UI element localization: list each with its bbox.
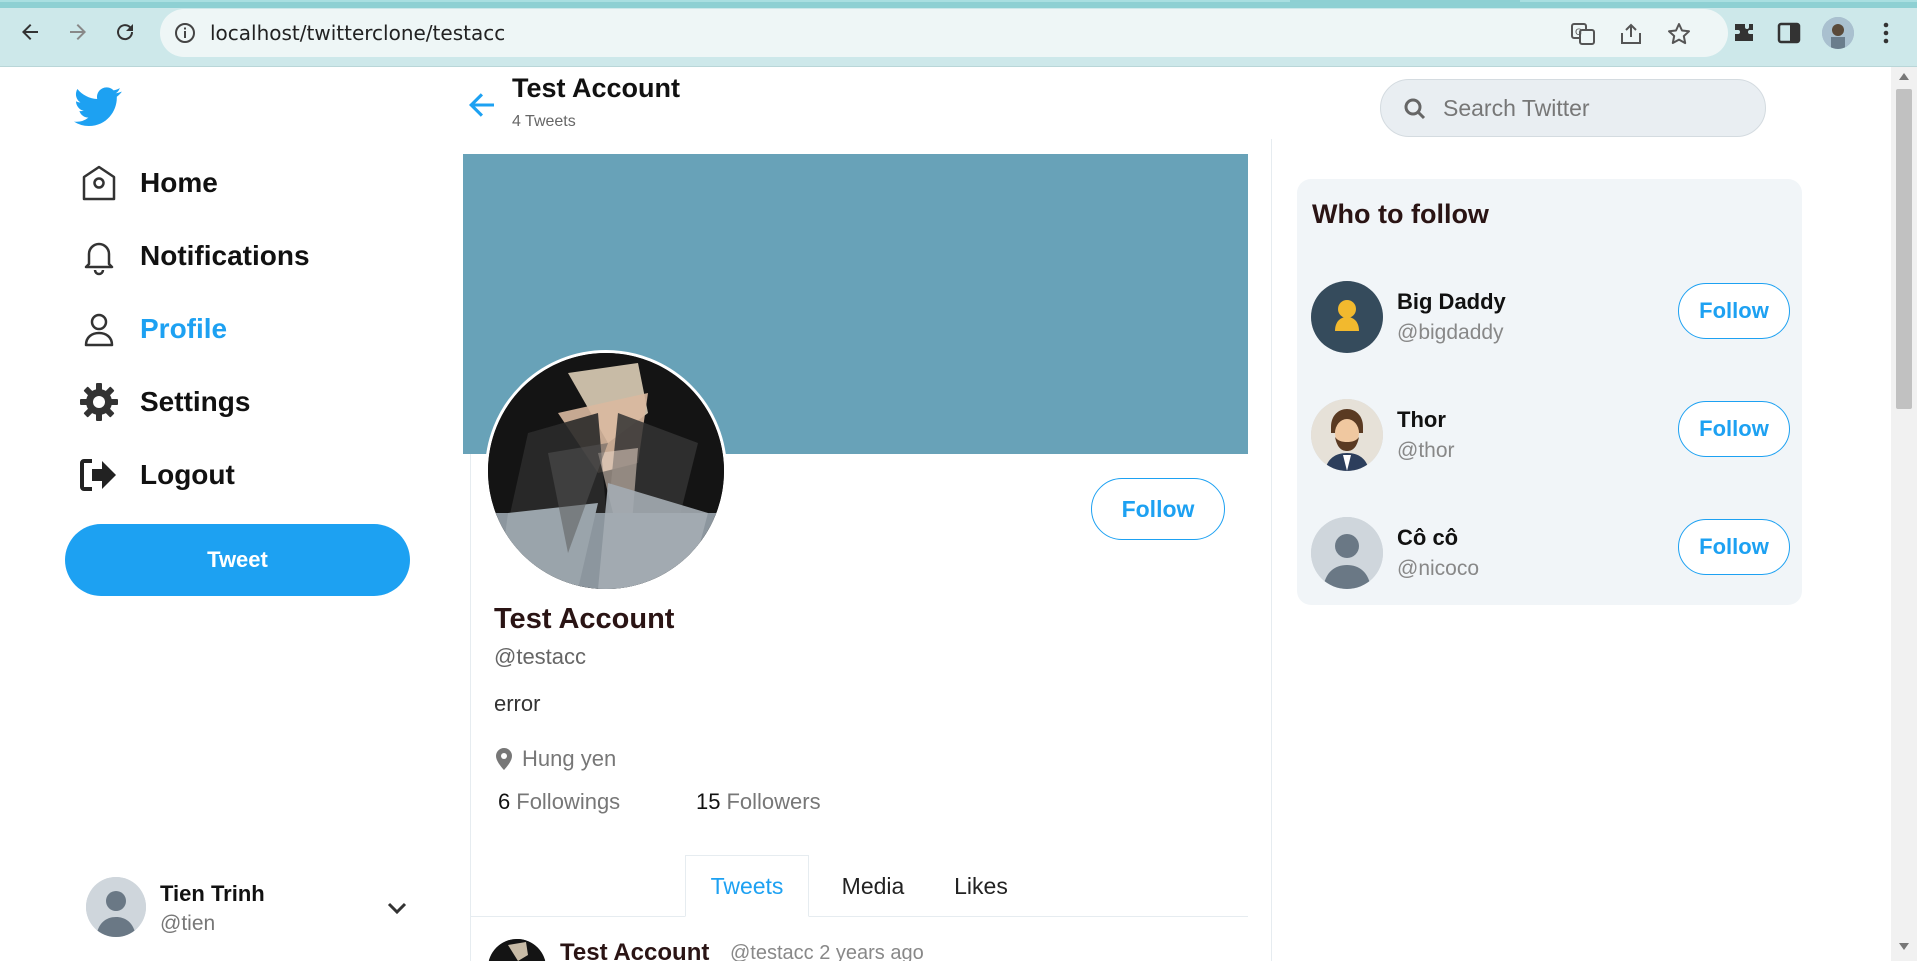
avatar [1311,399,1383,471]
user-handle: @thor [1397,439,1455,462]
back-button[interactable] [466,89,498,126]
list-item[interactable]: Thor @thor Follow [1311,399,1799,475]
scrollbar[interactable] [1891,67,1917,961]
sidebar-item-label: Settings [140,386,251,417]
account-name: Tien Trinh [160,881,265,906]
chevron-down-icon[interactable] [384,895,410,921]
tweet-item[interactable]: Test Account @testacc 2 years ago [488,939,1248,961]
scrollbar-thumb[interactable] [1896,89,1912,409]
followers-link[interactable]: 15 Followers [696,789,821,815]
location-pin-icon [496,748,512,770]
current-account[interactable]: Tien Trinh @tien [86,877,416,937]
arrow-left-icon [22,24,38,40]
search-icon [1404,98,1426,120]
avatar [1311,281,1383,353]
side-panel-icon[interactable] [1775,19,1803,47]
bell-icon [78,236,120,276]
forward-button[interactable] [60,14,96,50]
tweet-author-name: Test Account [560,939,710,961]
tweet-count: 4 Tweets [512,113,576,130]
svg-text:G: G [1575,28,1582,38]
reload-button[interactable] [107,14,143,50]
page-title: Test Account [512,73,681,103]
profile-tabs: Tweets Media Likes [470,855,1248,917]
follow-button[interactable]: Follow [1091,478,1225,540]
twitter-logo[interactable] [74,87,122,132]
arrow-right-icon [70,24,86,40]
bookmark-star-icon[interactable] [1666,21,1692,47]
who-to-follow-panel: Who to follow Big Daddy @bigdaddy Follow… [1297,179,1802,605]
browser-toolbar: localhost/twitterclone/testacc G [0,0,1917,67]
avatar [1311,517,1383,589]
sidebar-item-settings[interactable]: Settings [78,380,250,424]
sidebar-item-label: Notifications [140,240,310,271]
extensions-icon[interactable] [1730,19,1758,47]
account-handle: @tien [160,912,216,935]
page: Home Notifications Profile Settings Logo… [0,67,1917,961]
back-button[interactable] [12,14,48,50]
browser-profile-avatar[interactable] [1822,17,1854,49]
sidebar-item-home[interactable]: Home [78,161,218,205]
sidebar-item-profile[interactable]: Profile [78,307,227,351]
tab-tweets[interactable]: Tweets [685,855,809,917]
search-box[interactable] [1380,79,1766,137]
who-to-follow-title: Who to follow [1312,199,1489,229]
logout-icon [78,455,120,495]
profile-name: Test Account [494,603,675,635]
divider [1271,139,1272,961]
default-avatar-icon [86,877,146,937]
gear-icon [78,382,120,422]
followings-label: Followings [516,789,621,814]
search-input[interactable] [1441,88,1741,128]
arrow-left-icon [469,93,494,117]
profile-icon [78,309,120,349]
avatar [86,877,146,937]
followings-count: 6 [498,789,511,814]
list-item[interactable]: Big Daddy @bigdaddy Follow [1311,281,1799,357]
profile-bio: error [494,691,541,716]
twitter-bird-icon [74,87,122,126]
default-avatar-icon [1311,517,1383,589]
share-icon[interactable] [1618,21,1644,47]
followings-link[interactable]: 6 Followings [498,789,620,815]
tweet-button[interactable]: Tweet [65,524,410,596]
profile-location: Hung yen [494,746,616,772]
site-info-icon[interactable] [174,22,196,44]
sidebar-item-notifications[interactable]: Notifications [78,234,310,278]
sidebar-item-label: Logout [140,459,235,490]
list-item[interactable]: Cô cô @nicoco Follow [1311,517,1799,593]
scroll-down-icon[interactable] [1899,943,1909,950]
url-text: localhost/twitterclone/testacc [210,21,506,45]
sidebar-item-logout[interactable]: Logout [78,453,235,497]
location-text: Hung yen [522,746,617,771]
avatar [488,939,546,961]
follow-button[interactable]: Follow [1678,401,1790,457]
sidebar-item-label: Home [140,167,218,198]
user-handle: @bigdaddy [1397,321,1504,344]
followers-label: Followers [726,789,821,814]
followers-count: 15 [696,789,721,814]
follow-button[interactable]: Follow [1678,283,1790,339]
follow-button[interactable]: Follow [1678,519,1790,575]
profile-avatar [485,350,727,592]
profile-handle: @testacc [494,644,587,669]
translate-icon[interactable]: G [1570,21,1596,47]
user-name: Thor [1397,407,1446,432]
more-menu-icon[interactable] [1872,19,1900,47]
reload-icon [117,24,134,41]
tab-strip [0,0,1917,8]
user-handle: @nicoco [1397,557,1480,580]
user-name: Big Daddy [1397,289,1506,314]
tab-media[interactable]: Media [815,855,931,917]
address-bar[interactable]: localhost/twitterclone/testacc G [160,9,1728,57]
scroll-up-icon[interactable] [1899,73,1909,80]
sidebar-item-label: Profile [140,313,228,344]
tab-likes[interactable]: Likes [931,855,1031,917]
home-icon [78,163,120,203]
tweet-meta: @testacc 2 years ago [730,942,924,961]
user-name: Cô cô [1397,525,1459,550]
